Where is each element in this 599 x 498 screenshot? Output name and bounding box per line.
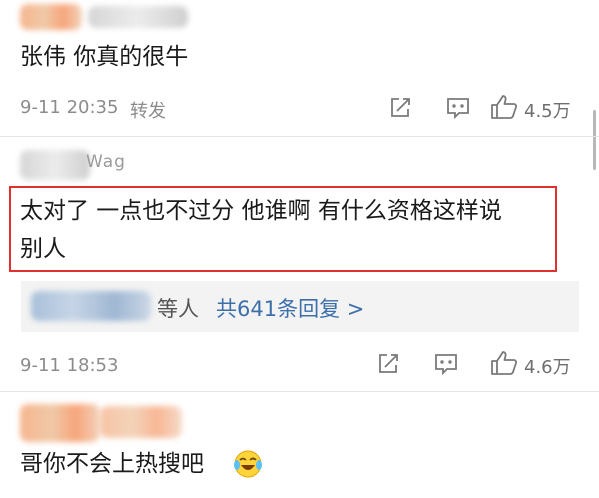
replies-preview[interactable]: 等人 共641条回复 > xyxy=(21,281,579,332)
comment-time: 9-11 20:35 xyxy=(20,97,119,118)
like-count: 4.5万 xyxy=(524,101,571,122)
username-blurred xyxy=(100,406,182,438)
view-replies-link[interactable]: 共641条回复 > xyxy=(216,293,364,323)
like-count: 4.6万 xyxy=(524,357,571,378)
comment-text-line1: 太对了 一点也不过分 他谁啊 有什么资格这样说 xyxy=(20,198,502,224)
comment-icon[interactable] xyxy=(446,97,470,119)
divider xyxy=(0,391,599,392)
avatar-username-blurred xyxy=(20,404,100,442)
comment-text-line2: 别人 xyxy=(20,236,66,262)
username-blurred xyxy=(88,6,188,28)
username-fragment: Wag xyxy=(86,152,126,172)
comment-icon[interactable] xyxy=(434,353,458,375)
reply-users-label: 等人 xyxy=(157,297,199,321)
comment-time: 9-11 18:53 xyxy=(20,355,119,376)
repost-icon[interactable] xyxy=(388,96,412,120)
reply-usernames-blurred xyxy=(31,291,151,321)
like-icon[interactable] xyxy=(490,350,518,376)
comment-text: 张伟 你真的很牛 xyxy=(20,44,189,70)
username-blurred xyxy=(20,150,90,180)
repost-label[interactable]: 转发 xyxy=(130,97,166,123)
divider xyxy=(0,136,599,137)
laughing-crying-emoji xyxy=(233,449,263,479)
scrollbar[interactable] xyxy=(593,110,596,170)
avatar-username-blurred xyxy=(20,4,82,30)
comment-text: 哥你不会上热搜吧 xyxy=(20,451,204,477)
like-icon[interactable] xyxy=(490,94,518,120)
repost-icon[interactable] xyxy=(376,352,400,376)
